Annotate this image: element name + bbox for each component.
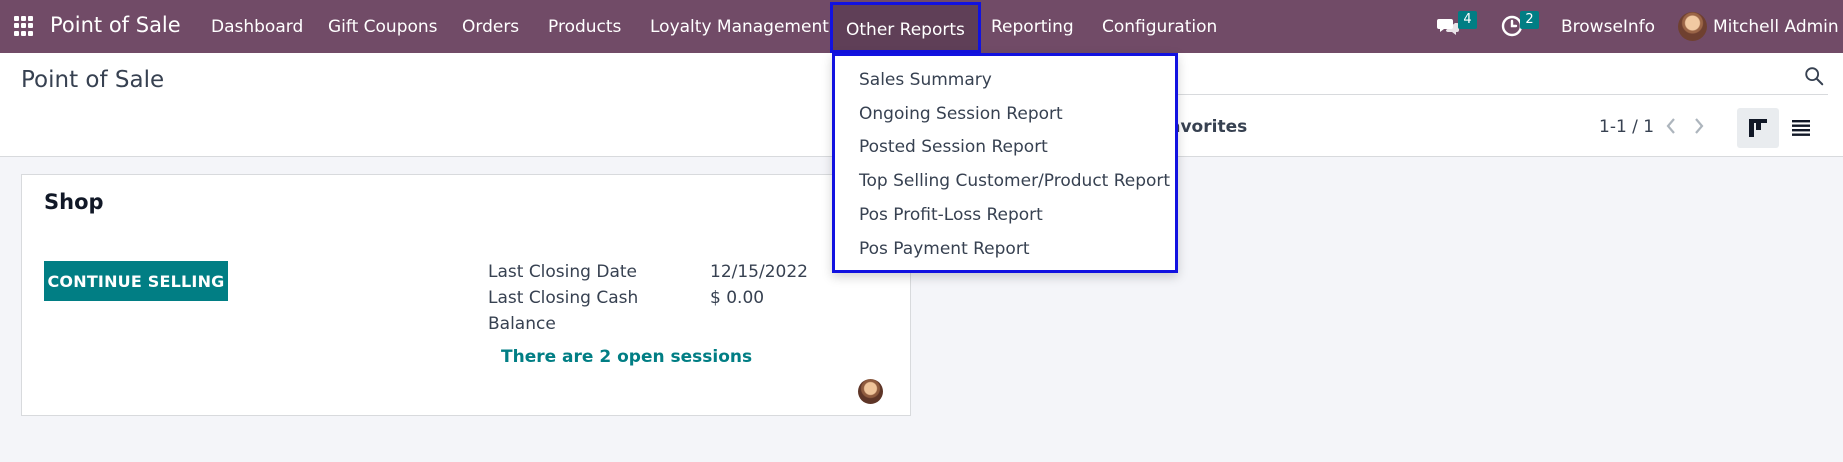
menu-loyalty-management[interactable]: Loyalty Management	[650, 17, 829, 37]
last-closing-cash-value: $ 0.00	[710, 288, 765, 308]
dropdown-item-posted-session-report[interactable]: Posted Session Report	[859, 137, 1048, 157]
menu-other-reports[interactable]: Other Reports	[830, 2, 981, 53]
menu-configuration[interactable]: Configuration	[1102, 17, 1217, 37]
session-user-avatar	[858, 379, 883, 404]
activities-badge: 2	[1520, 11, 1539, 29]
kanban-icon	[1749, 119, 1767, 137]
chat-icon[interactable]	[1436, 14, 1460, 38]
menu-dashboard[interactable]: Dashboard	[211, 17, 303, 37]
search-input[interactable]	[1168, 94, 1828, 95]
user-avatar[interactable]	[1678, 12, 1707, 41]
list-icon	[1792, 120, 1810, 136]
company-switcher[interactable]: BrowseInfo	[1561, 17, 1655, 37]
shop-card: Shop CONTINUE SELLING Last Closing Date …	[21, 174, 911, 416]
app-brand[interactable]: Point of Sale	[50, 13, 181, 37]
search-icon[interactable]	[1803, 65, 1825, 87]
dropdown-item-sales-summary[interactable]: Sales Summary	[859, 70, 992, 90]
dropdown-item-payment-report[interactable]: Pos Payment Report	[859, 239, 1030, 259]
dropdown-item-ongoing-session-report[interactable]: Ongoing Session Report	[859, 104, 1063, 124]
last-closing-date-value: 12/15/2022	[710, 262, 808, 282]
kanban-view-button[interactable]	[1737, 108, 1779, 148]
continue-selling-button[interactable]: CONTINUE SELLING	[44, 261, 228, 301]
open-sessions-link[interactable]: There are 2 open sessions	[501, 347, 752, 367]
card-title: Shop	[44, 190, 104, 214]
user-menu[interactable]: Mitchell Admin	[1713, 17, 1839, 37]
pager-previous-icon[interactable]	[1664, 115, 1678, 137]
favorites-menu[interactable]: avorites	[1169, 117, 1247, 137]
menu-orders[interactable]: Orders	[462, 17, 519, 37]
top-navbar: Point of Sale Dashboard Gift Coupons Ord…	[0, 0, 1843, 53]
last-closing-date-label: Last Closing Date	[488, 262, 637, 282]
page-title: Point of Sale	[21, 67, 165, 93]
messages-badge: 4	[1458, 11, 1477, 29]
menu-gift-coupons[interactable]: Gift Coupons	[328, 17, 438, 37]
dropdown-item-profit-loss-report[interactable]: Pos Profit-Loss Report	[859, 205, 1043, 225]
balance-label: Balance	[488, 314, 556, 334]
menu-products[interactable]: Products	[548, 17, 621, 37]
list-view-button[interactable]	[1780, 108, 1822, 148]
last-closing-cash-label: Last Closing Cash	[488, 288, 639, 308]
pager-next-icon[interactable]	[1692, 115, 1706, 137]
pager-value[interactable]: 1-1 / 1	[1599, 117, 1654, 137]
other-reports-dropdown: Sales Summary Ongoing Session Report Pos…	[832, 53, 1178, 273]
menu-reporting[interactable]: Reporting	[991, 17, 1074, 37]
apps-menu-icon[interactable]	[14, 16, 34, 36]
dropdown-item-top-selling-report[interactable]: Top Selling Customer/Product Report	[859, 171, 1170, 191]
